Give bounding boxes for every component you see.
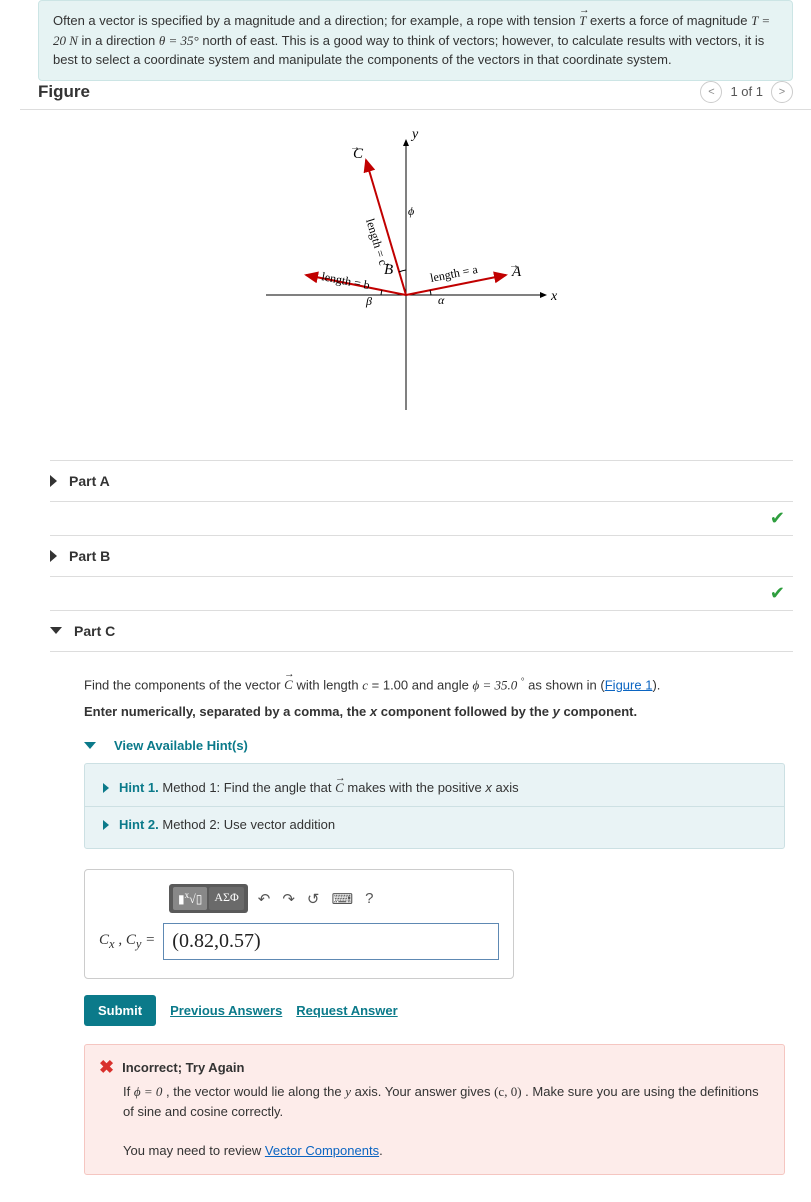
hint-1-text: makes with the positive: [347, 780, 485, 795]
vector-diagram: x y A → length = a α B → length = b β C …: [226, 120, 586, 420]
chevron-down-icon: [50, 627, 62, 634]
svg-text:y: y: [410, 127, 419, 142]
submit-button[interactable]: Submit: [84, 995, 156, 1026]
equation-toolbar: ▮x√▯ ΑΣΦ ↶ ↷ ↺ ⌨ ?: [169, 884, 499, 913]
feedback-panel: ✖ Incorrect; Try Again If ϕ = 0 , the ve…: [84, 1044, 785, 1175]
part-c-label: Part C: [74, 623, 115, 639]
check-icon: ✔: [770, 508, 785, 529]
part-a-label: Part A: [69, 473, 110, 489]
part-c-prompt: Find the components of the vector C with…: [84, 674, 785, 696]
svg-text:ϕ: ϕ: [408, 204, 414, 218]
fb-text: , the vector would lie along the: [166, 1084, 345, 1099]
hints-panel: Hint 1. Method 1: Find the angle that C …: [84, 763, 785, 849]
hint-1-x: x: [485, 780, 492, 795]
greek-letters-button[interactable]: ΑΣΦ: [209, 887, 243, 910]
part-c-format: Enter numerically, separated by a comma,…: [84, 702, 785, 723]
format-y: y: [553, 704, 560, 719]
part-b-label: Part B: [69, 548, 110, 564]
reset-button[interactable]: ↺: [301, 886, 326, 912]
pager-next-button[interactable]: >: [771, 81, 793, 103]
help-button[interactable]: ?: [359, 886, 379, 911]
hints-toggle-label: View Available Hint(s): [114, 738, 248, 753]
prompt-text: ).: [652, 677, 660, 692]
prompt-text: with length: [296, 677, 362, 692]
vector-T: T: [579, 11, 586, 31]
prompt-deg: °: [521, 676, 525, 686]
hint-1-text: axis: [496, 780, 519, 795]
hint-1-text: Method 1: Find the angle that: [162, 780, 335, 795]
undo-button[interactable]: ↶: [252, 886, 277, 912]
svg-text:→: →: [509, 260, 519, 271]
answer-input[interactable]: [163, 923, 499, 960]
fb-ans: (c, 0): [494, 1084, 521, 1099]
feedback-heading: Incorrect; Try Again: [122, 1060, 244, 1075]
part-c-toggle[interactable]: Part C: [50, 610, 793, 651]
intro-callout: Often a vector is specified by a magnitu…: [38, 0, 793, 81]
figure-canvas: x y A → length = a α B → length = b β C …: [0, 110, 811, 460]
intro-text-2: exerts a force of magnitude: [590, 13, 751, 28]
answer-panel: ▮x√▯ ΑΣΦ ↶ ↷ ↺ ⌨ ? Cx , Cy =: [84, 869, 514, 979]
hint-1-label: Hint 1.: [119, 780, 159, 795]
part-a-toggle[interactable]: Part A: [50, 460, 793, 501]
feedback-body: If ϕ = 0 , the vector would lie along th…: [123, 1082, 770, 1160]
svg-text:length = b: length = b: [320, 269, 371, 292]
hint-2-toggle[interactable]: Hint 2. Method 2: Use vector addition: [85, 806, 784, 842]
format-text: component followed by the: [377, 704, 553, 719]
svg-text:β: β: [365, 294, 372, 308]
part-c-body: Find the components of the vector C with…: [50, 651, 793, 1186]
previous-answers-link[interactable]: Previous Answers: [170, 1003, 282, 1018]
svg-text:→: →: [350, 142, 360, 153]
prompt-text: Find the components of the vector: [84, 677, 284, 692]
check-icon: ✔: [770, 583, 785, 604]
pager-prev-button[interactable]: <: [700, 81, 722, 103]
fb-text: axis. Your answer gives: [355, 1084, 494, 1099]
fb-text: You may need to review: [123, 1143, 265, 1158]
hint-2-text: Method 2: Use vector addition: [162, 817, 335, 832]
svg-text:α: α: [438, 293, 445, 307]
fb-text: If: [123, 1084, 134, 1099]
hint-2-label: Hint 2.: [119, 817, 159, 832]
equation-editor-button[interactable]: ▮x√▯: [173, 887, 207, 910]
part-b-toggle[interactable]: Part B: [50, 535, 793, 576]
fb-eq: ϕ = 0: [134, 1084, 163, 1099]
figure-link[interactable]: Figure 1: [605, 677, 653, 692]
intro-text-3: in a direction: [82, 33, 159, 48]
vector-C: C: [284, 675, 293, 696]
hint-1-toggle[interactable]: Hint 1. Method 1: Find the angle that C …: [85, 770, 784, 806]
fb-text: .: [379, 1143, 383, 1158]
pager-label: 1 of 1: [730, 84, 763, 99]
x-icon: ✖: [99, 1057, 114, 1078]
svg-text:length = c: length = c: [363, 216, 390, 266]
prompt-eq: ϕ = 35.0: [472, 677, 517, 692]
vector-components-link[interactable]: Vector Components: [265, 1143, 379, 1158]
hints-toggle[interactable]: View Available Hint(s): [84, 738, 785, 753]
prompt-text: as shown in (: [528, 677, 605, 692]
keyboard-button[interactable]: ⌨: [325, 886, 359, 912]
svg-text:x: x: [550, 289, 558, 304]
figure-title: Figure: [38, 82, 90, 102]
chevron-right-icon: [103, 820, 109, 830]
format-text: Enter numerically, separated by a comma,…: [84, 704, 370, 719]
vector-C: C: [335, 780, 344, 796]
fb-y: y: [345, 1084, 351, 1099]
prompt-text: = 1.00 and angle: [372, 677, 473, 692]
redo-button[interactable]: ↷: [276, 886, 301, 912]
figure-pager: < 1 of 1 >: [700, 81, 793, 103]
chevron-right-icon: [50, 550, 57, 562]
format-text: component.: [560, 704, 637, 719]
intro-eq-2: θ = 35°: [159, 33, 199, 48]
chevron-down-icon: [84, 742, 96, 749]
prompt-var: c: [362, 677, 368, 692]
chevron-right-icon: [50, 475, 57, 487]
request-answer-link[interactable]: Request Answer: [296, 1003, 397, 1018]
answer-variable-label: Cx , Cy =: [99, 932, 155, 952]
intro-text-1: Often a vector is specified by a magnitu…: [53, 13, 579, 28]
chevron-right-icon: [103, 783, 109, 793]
